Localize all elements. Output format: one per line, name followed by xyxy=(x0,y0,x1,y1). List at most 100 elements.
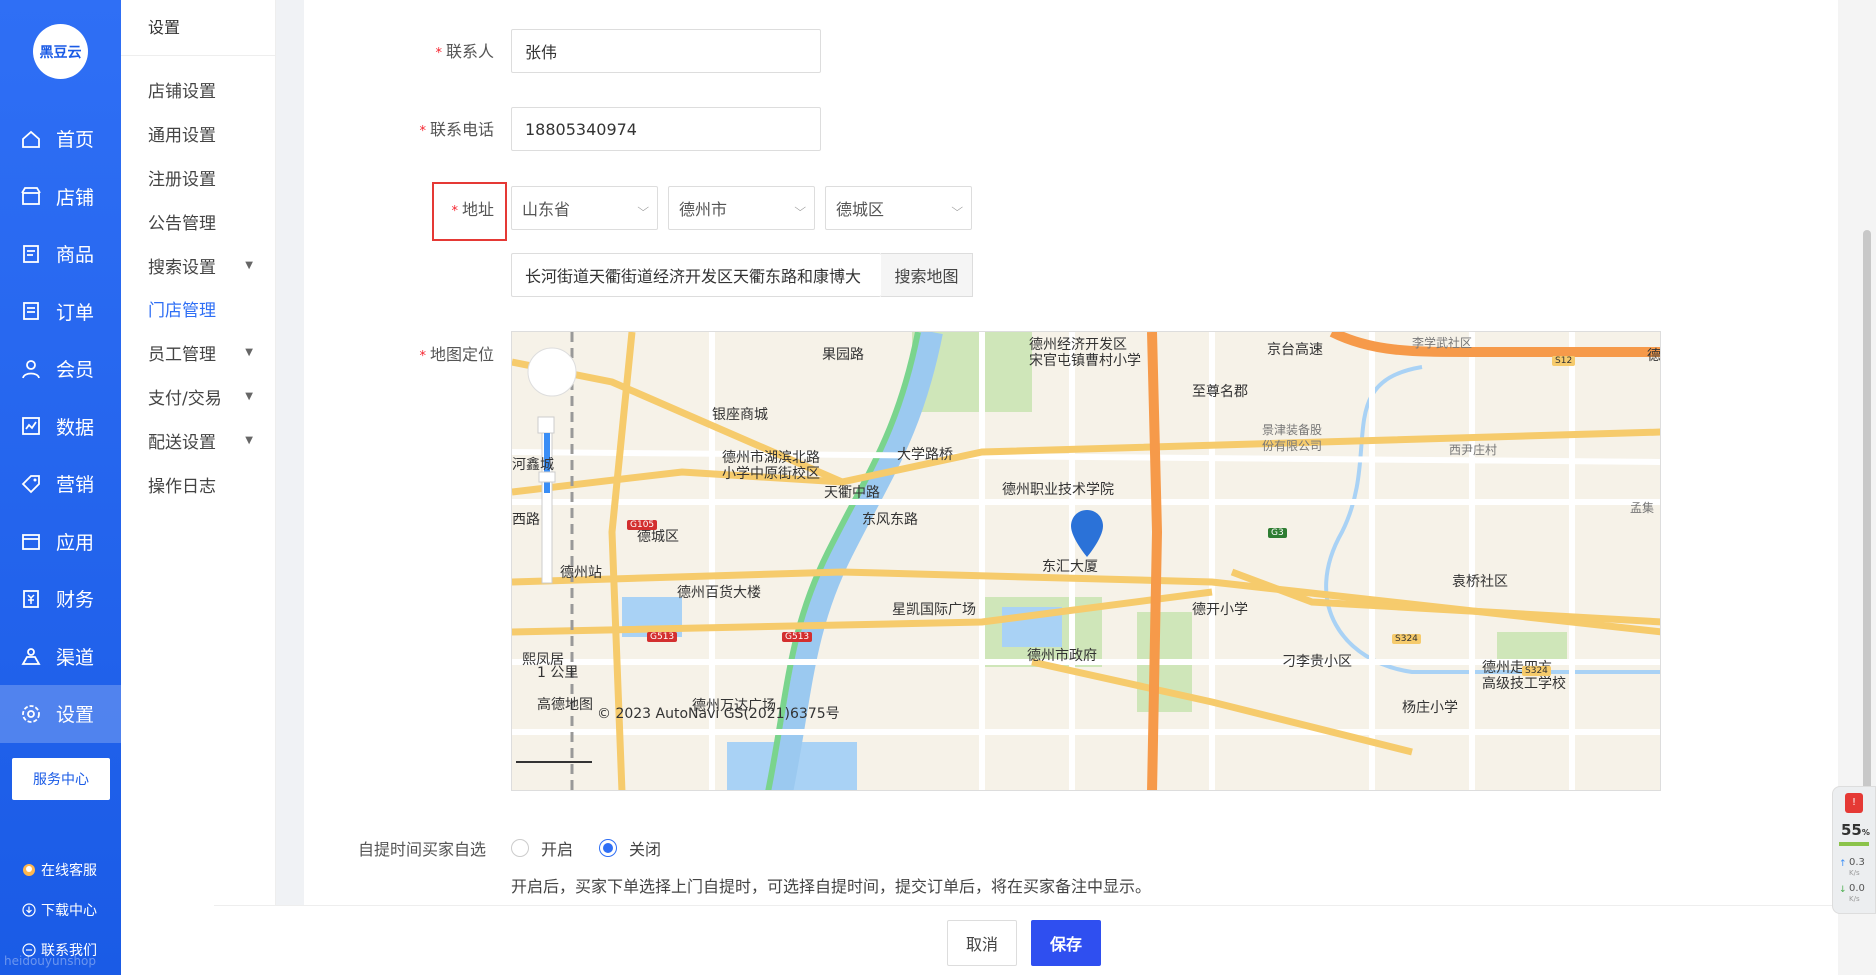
nav-item-8[interactable]: 财务 xyxy=(0,570,121,628)
map-place-label: 东风东路 xyxy=(862,512,918,528)
nav-item-9[interactable]: 渠道 xyxy=(0,628,121,686)
map-place-label: 李学武社区 xyxy=(1412,336,1473,350)
gear-icon xyxy=(20,703,42,725)
province-select[interactable]: 山东省 ⌵ xyxy=(511,186,658,230)
submenu-item-3[interactable]: 公告管理 xyxy=(121,199,275,243)
submenu-item-1[interactable]: 通用设置 xyxy=(121,112,275,156)
road-badge: S12 xyxy=(1552,356,1576,366)
district-select[interactable]: 德城区 ⌵ xyxy=(825,186,972,230)
service-center-button[interactable]: 服务中心 xyxy=(12,758,110,800)
tag-icon xyxy=(20,473,42,495)
cpu-percent: 55% xyxy=(1841,821,1870,839)
map-place-label: 果园路 xyxy=(822,347,864,363)
nav-item-3[interactable]: 订单 xyxy=(0,283,121,341)
province-value: 山东省 xyxy=(522,200,571,219)
caret-down-icon: ▼ xyxy=(245,390,253,402)
radio-dot xyxy=(599,839,617,857)
scrollbar-thumb[interactable] xyxy=(1863,230,1871,790)
home-icon xyxy=(20,128,42,150)
download-center-label: 下载中心 xyxy=(41,903,97,919)
map-place-label: 德州百货大楼 xyxy=(677,585,761,601)
download-center-link[interactable]: 下载中心 xyxy=(22,900,97,920)
pickup-on-radio[interactable]: 开启 xyxy=(511,836,573,860)
nav-item-label: 数据 xyxy=(56,416,95,439)
map-place-label: 银座商城 xyxy=(712,407,768,423)
submenu-item-label: 店铺设置 xyxy=(148,82,216,103)
map-place-label: 东汇大厦 xyxy=(1042,559,1098,575)
store-icon xyxy=(20,185,42,207)
save-button[interactable]: 保存 xyxy=(1031,920,1101,966)
nav-item-7[interactable]: 应用 xyxy=(0,513,121,571)
nav-item-1[interactable]: 店铺 xyxy=(0,168,121,226)
submenu-item-label: 注册设置 xyxy=(148,169,216,190)
submenu-item-4[interactable]: 搜索设置 ▼ xyxy=(121,243,275,287)
submenu-list: 店铺设置 通用设置 注册设置 公告管理 搜索设置 ▼ 门店管理 员工管理 ▼ 支付/交易 ▼ 配送设置… xyxy=(121,56,275,506)
submenu-item-7[interactable]: 支付/交易 ▼ xyxy=(121,375,275,419)
road-badge: G3 xyxy=(1268,528,1287,538)
map-label: * 地图定位 xyxy=(419,345,494,364)
map-place-label: 京台高速 xyxy=(1267,342,1323,358)
submenu-item-0[interactable]: 店铺设置 xyxy=(121,68,275,112)
chevron-down-icon: ⌵ xyxy=(950,201,963,214)
main-nav: 黑豆云 首页 店铺 商品订单会员数据营销应用财务渠道设置 服务中心 在线客服 下载中… xyxy=(0,0,121,975)
map-view[interactable]: 德州经济开发区 宋官屯镇曹村小学 至尊名郡 银座商城 大学路桥 景津装备股 份有限公司西… xyxy=(511,331,1661,791)
road-badge: S324 xyxy=(1522,666,1551,676)
nav-item-0[interactable]: 首页 xyxy=(0,110,121,168)
submenu-item-label: 搜索设置 xyxy=(148,257,216,278)
address-detail-input[interactable]: 长河街道天衢街道经济开发区天衢东路和康博大 xyxy=(511,253,881,297)
nav-item-label: 设置 xyxy=(56,704,95,727)
pickup-off-radio[interactable]: 关闭 xyxy=(599,836,661,860)
map-place-label: 德州职业技术学院 xyxy=(1002,482,1114,498)
road-badge: G513 xyxy=(782,632,813,642)
map-place-label: 德州经济开发区 宋官屯镇曹村小学 xyxy=(1029,337,1141,369)
caret-down-icon: ▼ xyxy=(245,347,253,359)
nav-item-label: 订单 xyxy=(56,301,95,324)
watermark: heidouyunshop xyxy=(4,954,97,968)
contact-input[interactable]: 张伟 xyxy=(511,29,821,73)
nav-item-2[interactable]: 商品 xyxy=(0,225,121,283)
submenu-item-label: 通用设置 xyxy=(148,126,216,147)
district-value: 德城区 xyxy=(836,200,885,219)
nav-item-4[interactable]: 会员 xyxy=(0,340,121,398)
app-icon xyxy=(20,530,42,552)
nav-item-10[interactable]: 设置 xyxy=(0,685,121,743)
nav-item-6[interactable]: 营销 xyxy=(0,455,121,513)
nav-item-label: 会员 xyxy=(56,359,95,382)
map-place-label: 1 公里 xyxy=(537,665,579,681)
nav-item-label: 渠道 xyxy=(56,646,95,669)
road-badge: G105 xyxy=(627,520,658,530)
road-badge: S324 xyxy=(1392,634,1421,644)
chat-icon xyxy=(22,863,36,877)
download-icon xyxy=(22,903,36,917)
search-map-button[interactable]: 搜索地图 xyxy=(881,253,973,297)
nav-item-5[interactable]: 数据 xyxy=(0,398,121,456)
brand-logo[interactable]: 黑豆云 xyxy=(33,24,88,79)
submenu-item-label: 员工管理 xyxy=(148,345,216,366)
cancel-button[interactable]: 取消 xyxy=(947,920,1017,966)
map-place-label: 西尹庄村 xyxy=(1449,443,1498,457)
network-monitor-widget[interactable]: ! 55% ↑ 0.3 K/s ↓ 0.0 K/s xyxy=(1832,786,1876,914)
download-unit: K/s xyxy=(1849,895,1860,903)
map-place-label: 河鑫城 xyxy=(512,457,554,473)
submenu-item-2[interactable]: 注册设置 xyxy=(121,156,275,200)
submenu-item-6[interactable]: 员工管理 ▼ xyxy=(121,331,275,375)
nav-item-label: 应用 xyxy=(56,531,95,554)
submenu-title: 设置 xyxy=(121,0,275,56)
submenu-item-8[interactable]: 配送设置 ▼ xyxy=(121,418,275,462)
map-place-label: 德 xyxy=(1647,348,1661,364)
phone-label: * 联系电话 xyxy=(419,120,494,139)
map-place-label: 德州市政府 xyxy=(1027,648,1097,664)
contact-label: * 联系人 xyxy=(435,42,494,61)
map-place-label: 高德地图 xyxy=(537,697,593,713)
submenu-item-9[interactable]: 操作日志 xyxy=(121,462,275,506)
form-footer: 取消 保存 xyxy=(214,905,1838,975)
phone-input[interactable]: 18805340974 xyxy=(511,107,821,151)
online-service-link[interactable]: 在线客服 xyxy=(22,860,97,880)
address-highlight-box xyxy=(432,182,507,241)
city-select[interactable]: 德州市 ⌵ xyxy=(668,186,815,230)
online-service-label: 在线客服 xyxy=(41,863,97,879)
submenu-item-5[interactable]: 门店管理 xyxy=(121,287,275,331)
map-place-label: 大学路桥 xyxy=(897,447,953,463)
pickup-on-label: 开启 xyxy=(541,840,574,859)
shield-icon: ! xyxy=(1845,793,1863,813)
